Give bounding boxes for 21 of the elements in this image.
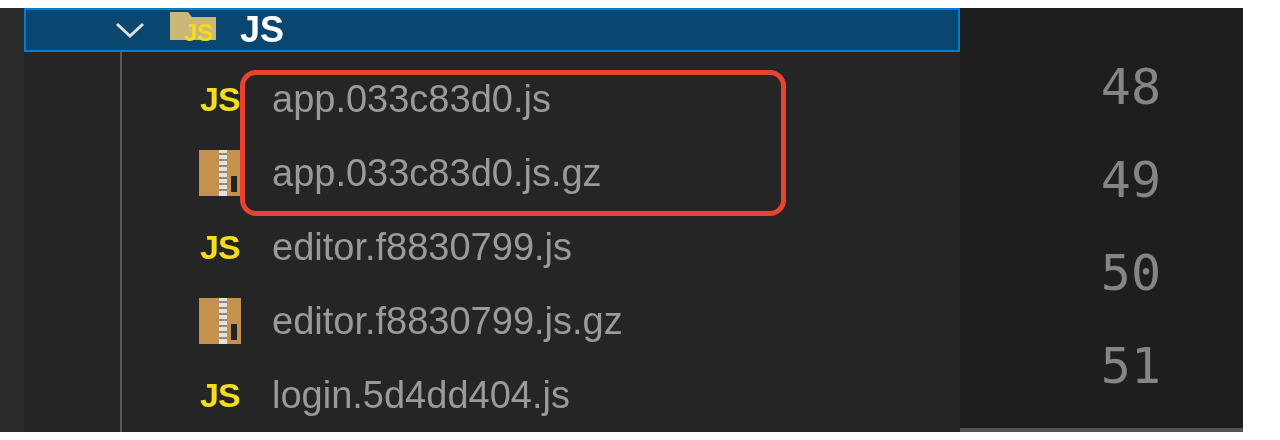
file-row[interactable]: JS login.5d4dd404.js xyxy=(122,358,623,432)
file-name: app.033c83d0.js.gz xyxy=(272,154,602,192)
file-row[interactable]: app.033c83d0.js.gz xyxy=(122,136,623,210)
file-name: login.5d4dd404.js xyxy=(272,376,570,414)
file-row[interactable]: editor.f8830799.js.gz xyxy=(122,284,623,358)
folder-name: JS xyxy=(240,12,285,48)
file-row[interactable]: JS app.033c83d0.js xyxy=(122,62,623,136)
file-row[interactable]: JS editor.f8830799.js xyxy=(122,210,623,284)
javascript-file-icon: JS xyxy=(200,230,240,264)
javascript-file-icon: JS xyxy=(200,82,240,116)
line-number: 49 xyxy=(1100,149,1161,211)
line-number: 51 xyxy=(1100,335,1161,397)
line-number: 50 xyxy=(1100,242,1161,304)
javascript-file-icon: JS xyxy=(200,378,240,412)
file-name: editor.f8830799.js xyxy=(272,228,572,266)
folder-row[interactable]: JS JS xyxy=(24,8,960,52)
archive-file-icon xyxy=(199,298,241,344)
file-name: app.033c83d0.js xyxy=(272,80,551,118)
line-number: 48 xyxy=(1100,56,1161,118)
archive-file-icon xyxy=(199,150,241,196)
file-name: editor.f8830799.js.gz xyxy=(272,302,623,340)
